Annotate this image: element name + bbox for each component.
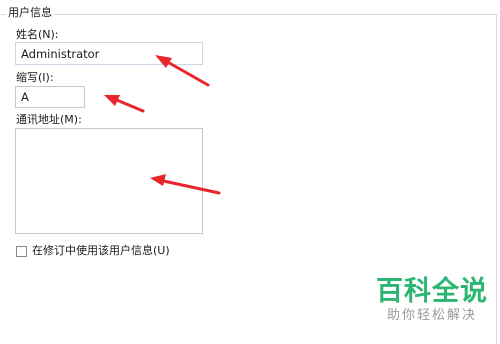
always-use-label: 在修订中使用该用户信息(U) bbox=[32, 244, 170, 257]
initials-input[interactable] bbox=[15, 86, 85, 108]
name-input[interactable] bbox=[15, 42, 203, 65]
initials-label: 缩写(I): bbox=[16, 71, 54, 84]
address-label: 通讯地址(M): bbox=[16, 113, 82, 126]
always-use-option[interactable]: 在修订中使用该用户信息(U) bbox=[16, 244, 170, 258]
always-use-checkbox[interactable] bbox=[16, 245, 27, 257]
group-title: 用户信息 bbox=[6, 6, 54, 20]
name-label: 姓名(N): bbox=[16, 28, 59, 41]
address-textarea[interactable] bbox=[15, 128, 203, 234]
